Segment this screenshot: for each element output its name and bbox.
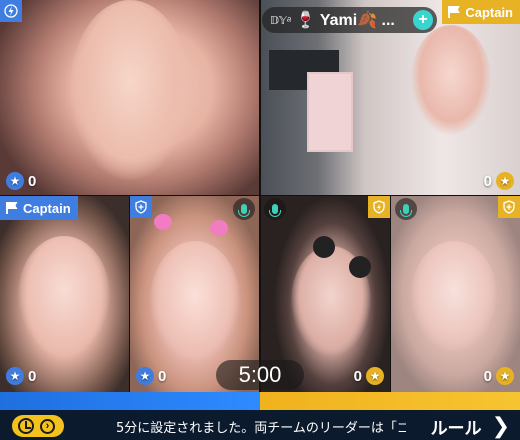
panda-sticker [313, 236, 335, 258]
flag-icon [447, 5, 461, 19]
video-tile-guest-1[interactable]: Captain ★ 0 [0, 196, 129, 392]
star-icon: ★ [6, 172, 24, 190]
streamer-face [18, 236, 110, 356]
panda-sticker [349, 256, 371, 278]
score-value: 0 [483, 367, 492, 385]
battle-rules-button[interactable]: › [12, 415, 64, 437]
captain-badge: Captain [442, 0, 520, 24]
captain-label: Captain [465, 4, 513, 20]
tile-score: 0 ★ [484, 367, 514, 385]
score-value: 0 [28, 172, 37, 190]
tile-score: ★ 0 [6, 172, 36, 190]
gold-team-bar [260, 392, 520, 410]
streamer-face [411, 25, 491, 135]
mic-active-icon[interactable] [264, 198, 286, 220]
star-icon: ★ [6, 367, 24, 385]
star-icon: ★ [136, 367, 154, 385]
gold-team-shield-icon [498, 196, 520, 218]
tile-score: ★ 0 [136, 367, 166, 385]
video-tile-host[interactable]: ★ 0 [0, 0, 259, 195]
host-name: 🍷 Yami🍂 ... [295, 12, 395, 29]
streamer-face [150, 241, 240, 361]
rules-link[interactable]: ルール ❯ [431, 414, 510, 439]
announcement-marquee: 5分に設定されました。両チームのリーダーは「ゴ [116, 421, 406, 436]
score-value: 0 [353, 367, 362, 385]
host-info-pill[interactable]: 𝔻𝕐ᵃ 🍷 Yami🍂 ... + [262, 7, 437, 33]
score-value: 0 [483, 172, 492, 190]
heart-sticker [210, 220, 228, 236]
blue-team-shield-icon [130, 196, 152, 218]
pk-battle-stage: ★ 0 Captain 0 ★ Captain ★ 0 ★ 0 0 ★ 0 ★ … [0, 0, 520, 410]
heart-sticker [154, 214, 172, 230]
tile-score: 0 ★ [484, 172, 514, 190]
blue-team-bolt-icon [0, 0, 22, 22]
tile-score: 0 ★ [354, 367, 384, 385]
chevron-right-icon: ❯ [491, 413, 510, 439]
tile-score: ★ 0 [6, 367, 36, 385]
captain-label: Captain [23, 200, 71, 216]
wall-poster [307, 72, 353, 152]
mic-active-icon[interactable] [233, 198, 255, 220]
captain-badge: Captain [0, 196, 78, 220]
star-icon: ★ [496, 172, 514, 190]
streamer-face [70, 0, 190, 180]
host-tag: 𝔻𝕐ᵃ [270, 14, 291, 27]
star-icon: ★ [366, 367, 384, 385]
star-icon: ★ [496, 367, 514, 385]
battle-timer: 5:00 [216, 360, 304, 390]
score-value: 0 [158, 367, 167, 385]
blue-team-bar [0, 392, 260, 410]
gold-team-shield-icon [368, 196, 390, 218]
follow-button[interactable]: + [413, 10, 433, 30]
bottom-announcement-bar: › 5分に設定されました。両チームのリーダーは「ゴ ルール ❯ [0, 410, 520, 440]
flag-icon [5, 201, 19, 215]
chevron-right-icon: › [40, 418, 55, 434]
video-tile-guest-4[interactable]: 0 ★ [391, 196, 520, 392]
streamer-face [411, 241, 497, 351]
score-value: 0 [28, 367, 37, 385]
mic-active-icon[interactable] [395, 198, 417, 220]
rules-label: ルール [430, 419, 482, 439]
clock-icon [18, 418, 34, 434]
